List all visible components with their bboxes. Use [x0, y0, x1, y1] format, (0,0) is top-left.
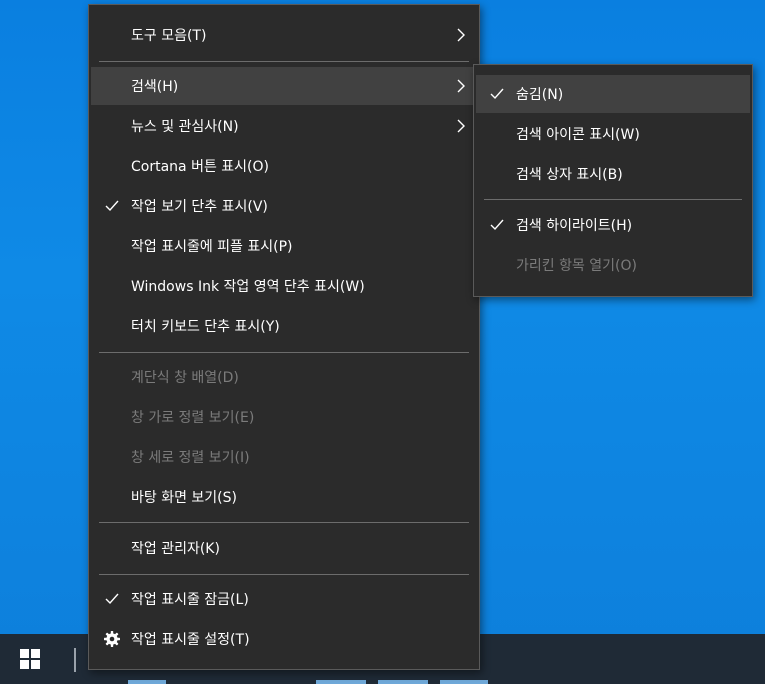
submenu-item-search-highlights[interactable]: 검색 하이라이트(H) [476, 206, 750, 244]
menu-item-show-desktop[interactable]: 바탕 화면 보기(S) [91, 478, 477, 516]
start-button[interactable] [0, 634, 60, 684]
submenu-item-hidden[interactable]: 숨김(N) [476, 75, 750, 113]
checkmark-icon [490, 88, 504, 100]
chevron-right-icon [457, 28, 465, 42]
menu-item-label: 검색 상자 표시(B) [516, 167, 623, 183]
windows-logo-icon [20, 649, 40, 669]
menu-separator [99, 574, 469, 575]
checkmark-icon [105, 200, 119, 212]
menu-item-taskbar-settings[interactable]: 작업 표시줄 설정(T) [91, 620, 477, 658]
menu-item-label: 숨김(N) [516, 87, 564, 103]
menu-item-people[interactable]: 작업 표시줄에 피플 표시(P) [91, 227, 477, 265]
menu-item-label: 작업 표시줄 잠금(L) [131, 592, 249, 608]
menu-separator [484, 199, 742, 200]
menu-item-label: 창 세로 정렬 보기(I) [131, 450, 250, 466]
menu-item-label: 작업 표시줄에 피플 표시(P) [131, 239, 293, 255]
menu-item-label: 창 가로 정렬 보기(E) [131, 410, 255, 426]
menu-item-touch-keyboard[interactable]: 터치 키보드 단추 표시(Y) [91, 307, 477, 345]
menu-item-label: 가리킨 항목 열기(O) [516, 258, 638, 274]
gear-icon [104, 631, 120, 647]
menu-item-task-view[interactable]: 작업 보기 단추 표시(V) [91, 187, 477, 225]
menu-item-label: 작업 표시줄 설정(T) [131, 632, 250, 648]
checkmark-icon [490, 219, 504, 231]
taskbar-app-indicator[interactable] [316, 680, 366, 684]
menu-item-label: Windows Ink 작업 영역 단추 표시(W) [131, 279, 365, 295]
menu-separator [99, 522, 469, 523]
menu-item-news[interactable]: 뉴스 및 관심사(N) [91, 107, 477, 145]
menu-item-windows-ink[interactable]: Windows Ink 작업 영역 단추 표시(W) [91, 267, 477, 305]
menu-item-task-manager[interactable]: 작업 관리자(K) [91, 529, 477, 567]
menu-item-label: 검색(H) [131, 79, 179, 95]
search-submenu: 숨김(N) 검색 아이콘 표시(W) 검색 상자 표시(B) 검색 하이라이트(… [473, 64, 753, 297]
menu-item-label: 바탕 화면 보기(S) [131, 490, 237, 506]
menu-item-label: 도구 모음(T) [131, 28, 207, 44]
taskbar-app-indicator[interactable] [440, 680, 488, 684]
checkmark-icon [105, 593, 119, 605]
menu-item-label: 계단식 창 배열(D) [131, 370, 239, 386]
menu-item-lock-taskbar[interactable]: 작업 표시줄 잠금(L) [91, 580, 477, 618]
menu-item-search[interactable]: 검색(H) [91, 67, 477, 105]
menu-item-label: 작업 관리자(K) [131, 541, 220, 557]
menu-separator [99, 352, 469, 353]
menu-item-label: 뉴스 및 관심사(N) [131, 119, 239, 135]
chevron-right-icon [457, 79, 465, 93]
taskbar-app-indicator[interactable] [378, 680, 428, 684]
taskbar-context-menu: 도구 모음(T) 검색(H) 뉴스 및 관심사(N) Cortana 버튼 표시… [88, 4, 480, 670]
menu-item-label: 검색 하이라이트(H) [516, 218, 633, 234]
menu-item-cortana[interactable]: Cortana 버튼 표시(O) [91, 147, 477, 185]
submenu-item-show-search-box[interactable]: 검색 상자 표시(B) [476, 155, 750, 193]
menu-item-label: 터치 키보드 단추 표시(Y) [131, 319, 280, 335]
menu-item-label: 검색 아이콘 표시(W) [516, 127, 640, 143]
submenu-item-show-search-icon[interactable]: 검색 아이콘 표시(W) [476, 115, 750, 153]
menu-item-cascade[interactable]: 계단식 창 배열(D) [91, 358, 477, 396]
taskbar-app-indicator[interactable] [128, 680, 166, 684]
chevron-right-icon [457, 119, 465, 133]
menu-item-label: 작업 보기 단추 표시(V) [131, 199, 268, 215]
menu-item-side-by-side[interactable]: 창 세로 정렬 보기(I) [91, 438, 477, 476]
menu-item-label: Cortana 버튼 표시(O) [131, 159, 269, 175]
menu-separator [99, 61, 469, 62]
menu-item-toolbars[interactable]: 도구 모음(T) [91, 16, 477, 54]
menu-item-stack[interactable]: 창 가로 정렬 보기(E) [91, 398, 477, 436]
submenu-item-open-hidden[interactable]: 가리킨 항목 열기(O) [476, 246, 750, 284]
